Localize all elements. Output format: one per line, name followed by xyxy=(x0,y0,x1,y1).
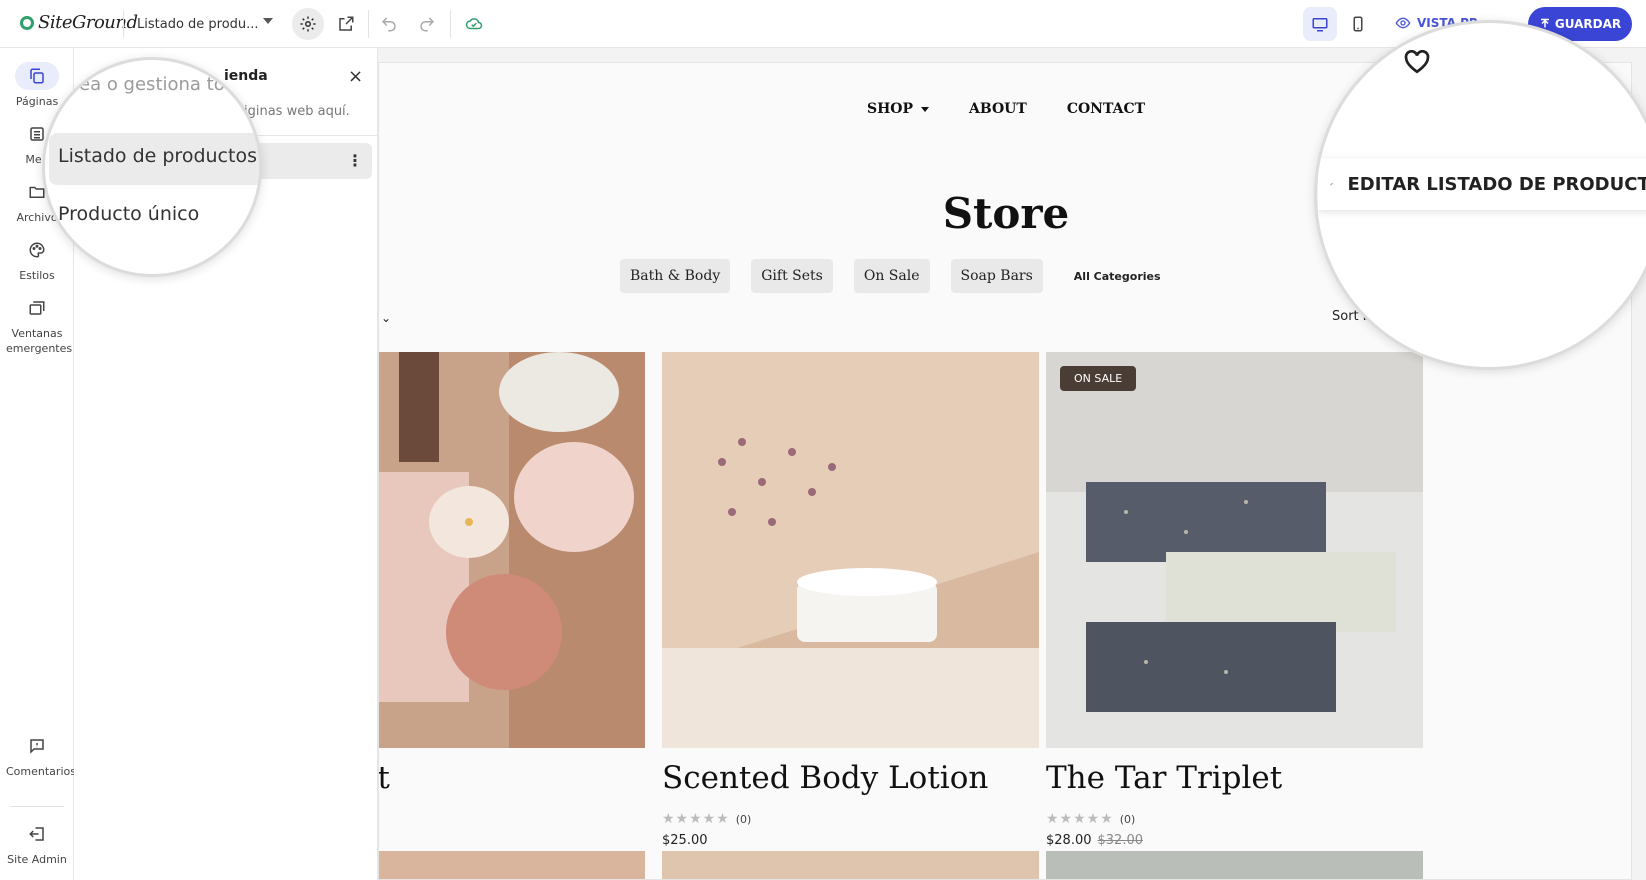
rail-item-popups[interactable]: Ventanas emergentes xyxy=(0,294,74,356)
undo-button[interactable] xyxy=(373,8,405,40)
heart-icon[interactable] xyxy=(1404,50,1430,74)
rating-count: (0) xyxy=(735,813,752,826)
mobile-icon xyxy=(1353,16,1363,32)
old-price: $32.00 xyxy=(1097,833,1144,848)
product-name[interactable]: et xyxy=(379,760,390,796)
page-settings-button[interactable] xyxy=(292,8,324,40)
category-soap-bars[interactable]: Soap Bars xyxy=(950,259,1043,293)
nav-about[interactable]: ABOUT xyxy=(969,101,1027,117)
nav-contact[interactable]: CONTACT xyxy=(1067,101,1145,117)
product-image xyxy=(662,352,1039,748)
logo-mark-icon xyxy=(20,15,34,30)
divider xyxy=(123,10,124,38)
price: $28.00 xyxy=(1046,833,1092,848)
nav-shop[interactable]: SHOP xyxy=(867,101,929,117)
product-card[interactable]: et xyxy=(379,352,645,796)
product-image-next-row xyxy=(379,851,645,879)
product-card[interactable]: ON SALE The Tar Triplet ★★★★★ (0) $28.00 $… xyxy=(1046,352,1423,848)
desktop-icon xyxy=(1312,18,1328,32)
eye-icon xyxy=(1395,17,1411,29)
product-image xyxy=(379,352,645,748)
category-filters: Bath & Body Gift Sets On Sale Soap Bars … xyxy=(620,259,1171,293)
rating-stars: ★★★★★ (0) xyxy=(662,811,751,827)
stars: ★★★★★ xyxy=(662,811,730,827)
external-link-icon xyxy=(339,16,354,31)
product-name[interactable]: The Tar Triplet xyxy=(1046,760,1282,796)
siteground-logo[interactable]: SiteGround xyxy=(20,12,138,33)
open-external-button[interactable] xyxy=(330,8,362,40)
more-options-icon[interactable]: ⋮ xyxy=(345,146,365,176)
product-price: $25.00 xyxy=(662,833,708,848)
divider xyxy=(10,806,64,807)
edit-product-listing-button[interactable]: EDITAR LISTADO DE PRODUCTOS xyxy=(1318,158,1646,210)
page-item-single-product[interactable]: Producto único xyxy=(58,203,199,225)
product-price: $28.00 $32.00 xyxy=(1046,833,1143,848)
divider xyxy=(450,10,451,38)
magnifier-edit: EDITAR LISTADO DE PRODUCTOS xyxy=(1314,20,1646,370)
exit-icon xyxy=(29,827,44,841)
save-label: GUARDAR xyxy=(1554,17,1622,31)
rail-label: Páginas xyxy=(15,95,59,108)
rail-item-comments[interactable]: Comentarios xyxy=(0,732,76,779)
rail-label: Site Admin xyxy=(7,853,67,866)
category-gift-sets[interactable]: Gift Sets xyxy=(751,259,833,293)
undo-icon xyxy=(381,17,396,32)
mobile-view-button[interactable] xyxy=(1341,7,1375,41)
rail-label: Ventanas emergentes xyxy=(6,327,73,355)
product-image-next-row xyxy=(662,851,1039,879)
page-selector[interactable]: Listado de produ... xyxy=(137,12,277,36)
magnifier-pages: ea o gestiona todo Listado de productos … xyxy=(42,57,262,277)
page-selector-value: Listado de produ... xyxy=(137,16,259,32)
category-all[interactable]: All Categories xyxy=(1064,259,1171,293)
comment-icon xyxy=(30,739,44,754)
palette-icon xyxy=(29,242,45,258)
top-bar: SiteGround Listado de produ... VISTA PR.… xyxy=(0,0,1646,48)
page-item-product-listing[interactable]: Listado de productos xyxy=(58,145,257,167)
cloud-check-icon xyxy=(465,18,483,30)
divider xyxy=(368,10,369,38)
on-sale-badge: ON SALE xyxy=(1060,366,1137,391)
panel-description: iginas web aquí. xyxy=(244,104,350,119)
price: $25.00 xyxy=(662,833,708,848)
caret-down-icon xyxy=(263,18,273,24)
product-name[interactable]: Scented Body Lotion xyxy=(662,760,988,796)
product-image xyxy=(1046,352,1423,748)
rail-label: Estilos xyxy=(19,269,55,282)
chevron-down-icon[interactable]: ⌄ xyxy=(381,311,391,325)
pages-icon xyxy=(30,68,44,84)
rating-count: (0) xyxy=(1119,813,1136,826)
product-image-next-row xyxy=(1046,851,1423,879)
close-icon[interactable]: × xyxy=(348,66,363,87)
gear-icon xyxy=(300,16,316,32)
popup-window-icon xyxy=(29,301,45,315)
rating-stars: ★★★★★ (0) xyxy=(1046,811,1135,827)
stars: ★★★★★ xyxy=(1046,811,1114,827)
category-on-sale[interactable]: On Sale xyxy=(853,259,930,293)
rail-item-site-admin[interactable]: Site Admin xyxy=(0,820,74,867)
magnified-description: ea o gestiona todo xyxy=(79,74,248,95)
edit-label: EDITAR LISTADO DE PRODUCTOS xyxy=(1347,173,1646,195)
menu-icon xyxy=(30,127,44,141)
desktop-view-button[interactable] xyxy=(1303,7,1337,41)
rail-label: Comentarios xyxy=(6,765,76,778)
redo-icon xyxy=(420,17,435,32)
rail-item-styles[interactable]: Estilos xyxy=(0,236,74,283)
cloud-saved-status[interactable] xyxy=(458,8,490,40)
pencil-icon xyxy=(1330,182,1333,186)
product-card[interactable]: Scented Body Lotion ★★★★★ (0) $25.00 xyxy=(662,352,1039,848)
category-bath-body[interactable]: Bath & Body xyxy=(620,259,731,293)
redo-button[interactable] xyxy=(411,8,443,40)
